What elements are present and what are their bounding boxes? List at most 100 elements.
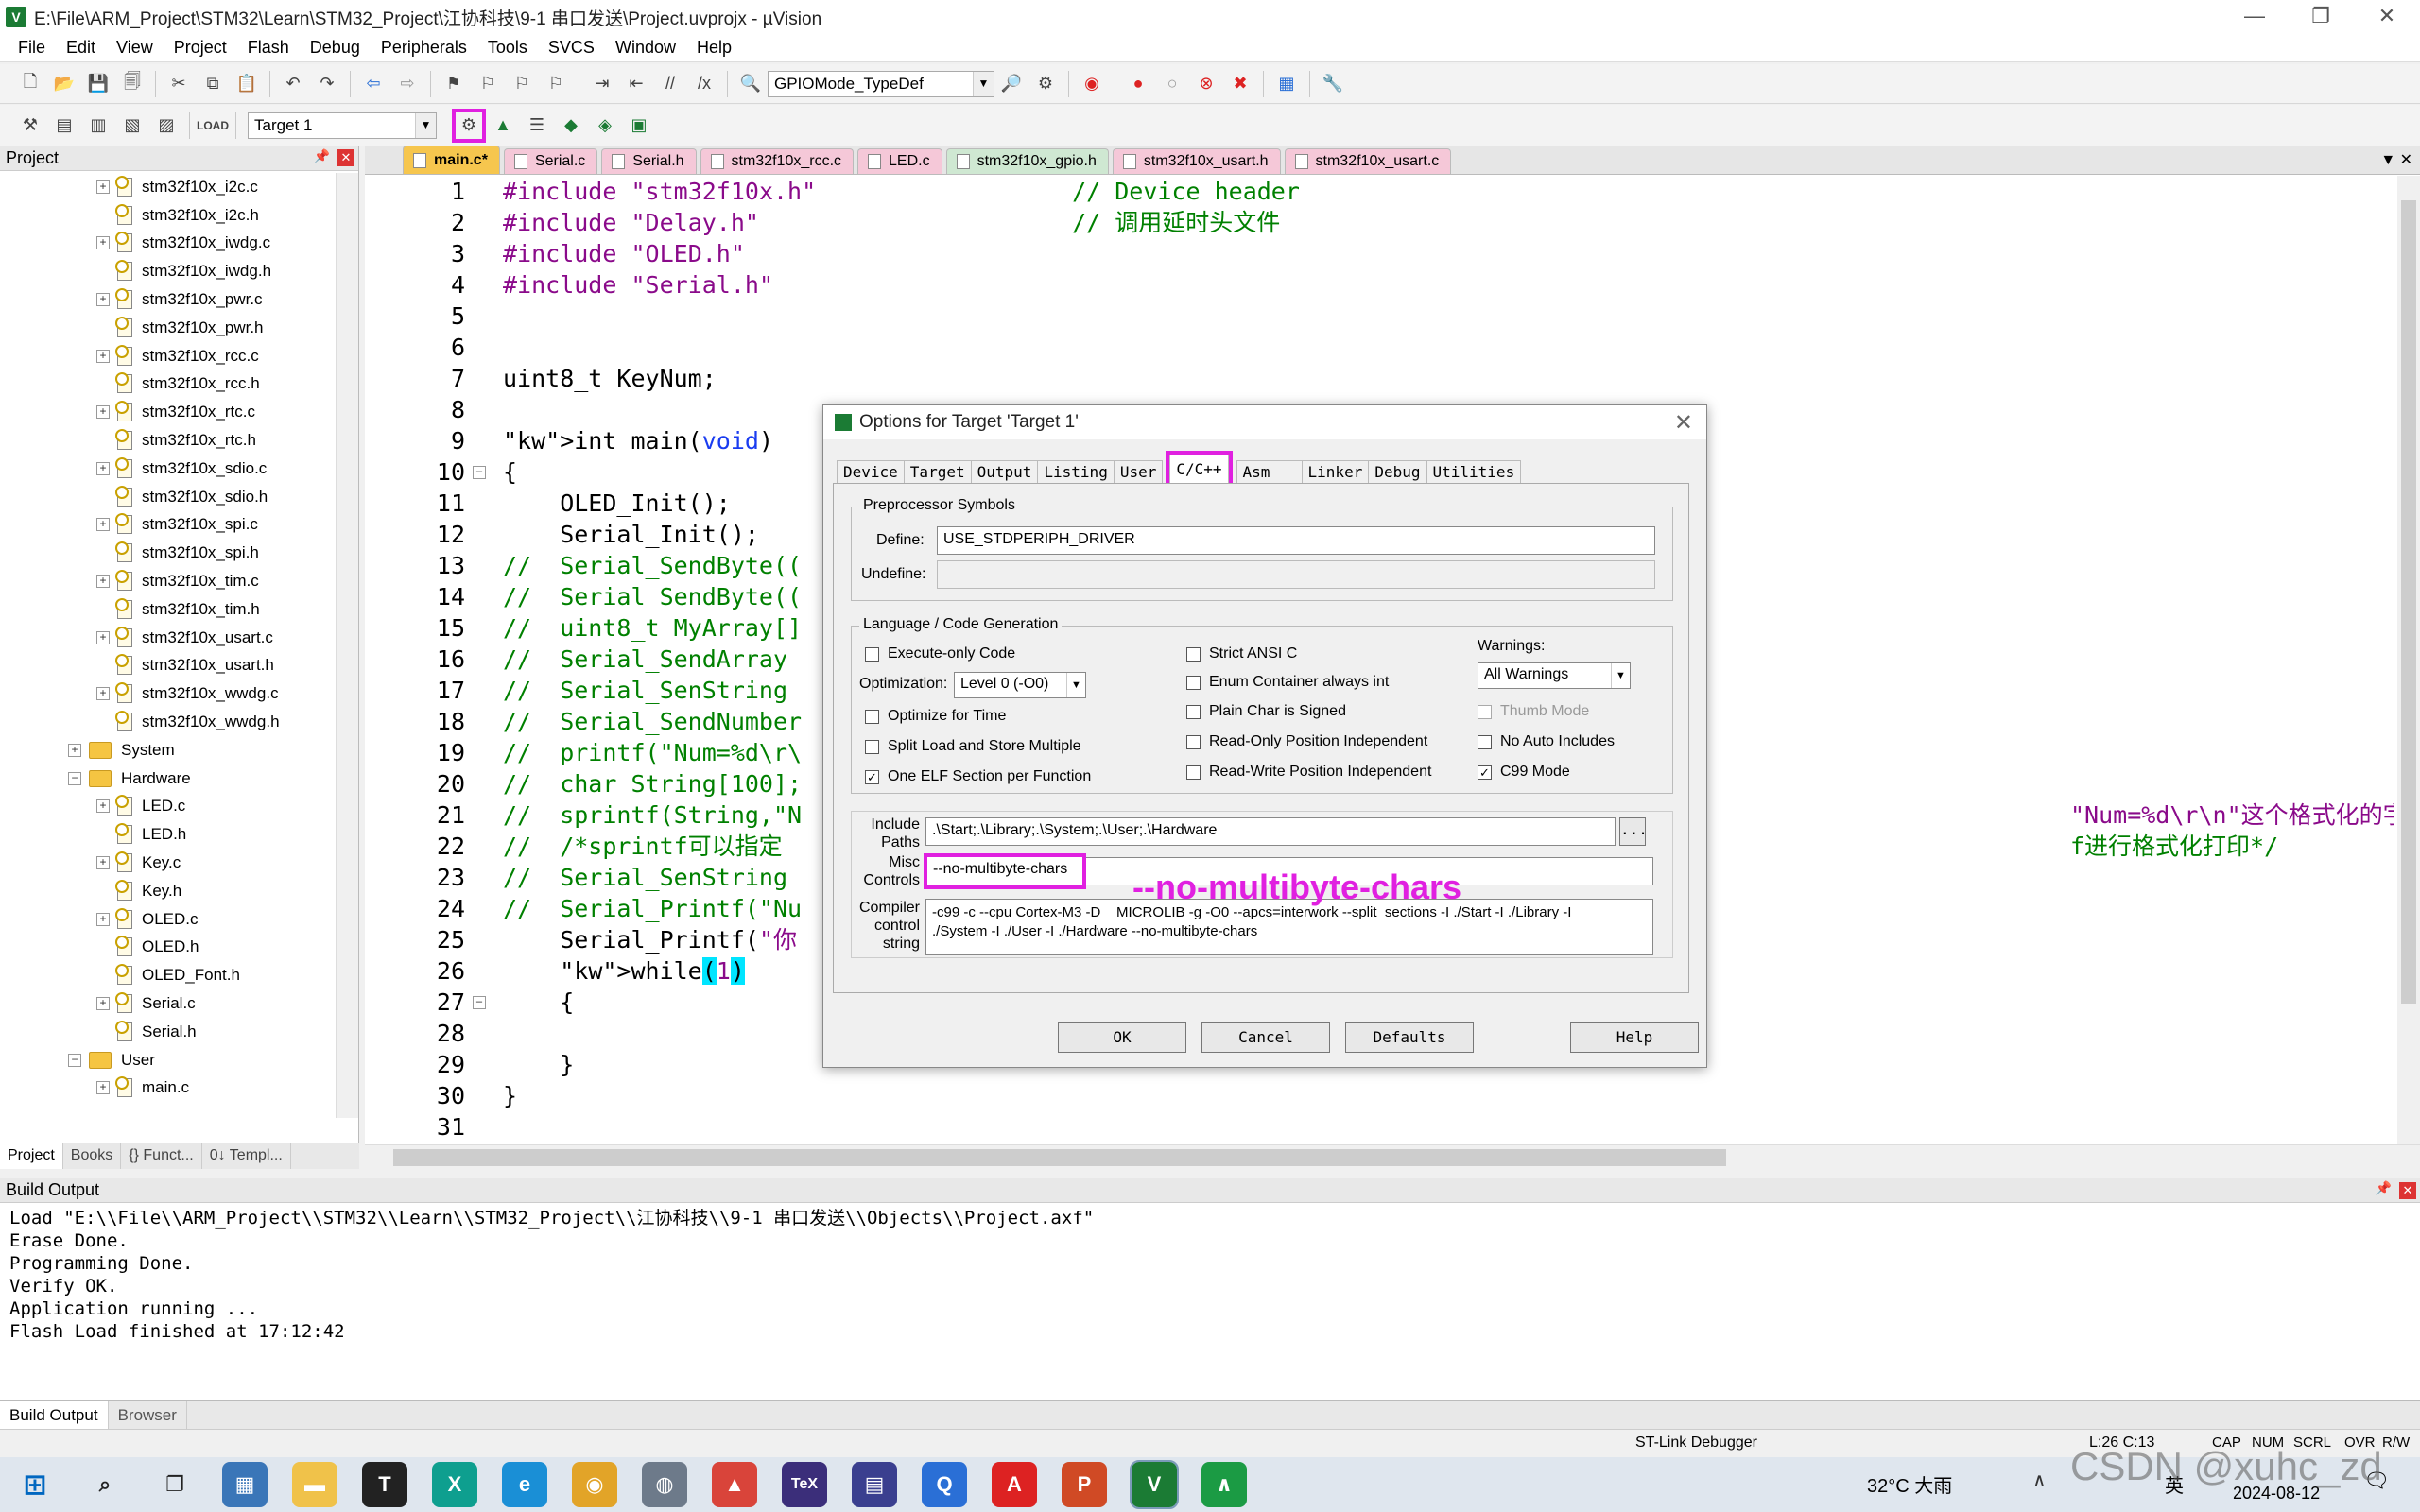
menu-debug[interactable]: Debug	[300, 38, 371, 58]
code-line[interactable]	[503, 332, 2394, 363]
tab-utilities[interactable]: Utilities	[1426, 460, 1522, 483]
search-tool-icon[interactable]: Q	[922, 1462, 967, 1507]
expand-icon[interactable]: +	[96, 997, 110, 1010]
close-button[interactable]: ✕	[2354, 0, 2420, 34]
bookmark-prev-icon[interactable]: ⚐	[475, 71, 501, 97]
bookmark-next-icon[interactable]: ⚐	[509, 71, 535, 97]
tab-output[interactable]: Output	[970, 460, 1039, 483]
new-file-icon[interactable]: 🗋	[17, 71, 43, 97]
task-view-icon[interactable]: ❐	[152, 1462, 198, 1507]
start-debug-icon[interactable]: ◉	[1079, 71, 1105, 97]
strict-ansi-checkbox[interactable]: Strict ANSI C	[1186, 645, 1297, 662]
rebuild-icon[interactable]: ▥	[85, 112, 112, 139]
editor-tab[interactable]: Serial.h	[601, 148, 697, 174]
close-icon[interactable]: ✕	[1674, 409, 1693, 437]
expand-icon[interactable]: +	[96, 236, 110, 250]
open-file-icon[interactable]: 📂	[51, 71, 78, 97]
strict-ansi-box[interactable]	[1186, 646, 1201, 662]
tree-item[interactable]: Serial.h	[0, 1018, 333, 1046]
one-elf-section-checkbox[interactable]: ✓ One ELF Section per Function	[865, 768, 1091, 785]
chevron-down-icon[interactable]: ▼	[1611, 663, 1630, 688]
execute-only-box[interactable]	[865, 646, 879, 662]
pin-icon[interactable]: 📌	[2376, 1180, 2392, 1196]
menu-project[interactable]: Project	[164, 38, 237, 58]
editor-tab[interactable]: stm32f10x_usart.h	[1112, 148, 1281, 174]
optimize-time-checkbox[interactable]: Optimize for Time	[865, 708, 1006, 725]
indent-icon[interactable]: ⇥	[589, 71, 615, 97]
editor-tab[interactable]: Serial.c	[503, 148, 598, 174]
thumb-mode-checkbox[interactable]: Thumb Mode	[1478, 703, 1589, 720]
copy-icon[interactable]: ⧉	[199, 71, 226, 97]
menu-file[interactable]: File	[8, 38, 56, 58]
include-paths-input[interactable]: .\Start;.\Library;.\System;.\User;.\Hard…	[925, 817, 1616, 846]
rw-position-independent-box[interactable]	[1186, 765, 1201, 780]
menu-window[interactable]: Window	[605, 38, 686, 58]
app-icon-grid[interactable]: ▤	[852, 1462, 897, 1507]
execute-only-checkbox[interactable]: Execute-only Code	[865, 645, 1015, 662]
tab-linker[interactable]: Linker	[1301, 460, 1370, 483]
code-line[interactable]: #include "OLED.h"	[503, 238, 2394, 269]
expand-icon[interactable]: +	[68, 743, 81, 757]
menu-edit[interactable]: Edit	[56, 38, 106, 58]
wechat-icon[interactable]: ◍	[642, 1462, 687, 1507]
chevron-down-icon[interactable]: ▼	[1066, 673, 1085, 697]
search-icon[interactable]: ⌕	[82, 1462, 128, 1507]
tree-item[interactable]: − Hardware	[0, 765, 333, 793]
cubemx-icon[interactable]: ▣	[626, 112, 652, 139]
comment-icon[interactable]: //	[657, 71, 683, 97]
app-icon-green[interactable]: ∧	[1201, 1462, 1247, 1507]
tree-item[interactable]: + main.c	[0, 1074, 333, 1103]
code-line[interactable]	[503, 301, 2394, 332]
tab-menu-icon[interactable]: ▼ ✕	[2380, 150, 2412, 169]
bookmark-icon[interactable]: ⚑	[441, 71, 467, 97]
expand-icon[interactable]: +	[96, 180, 110, 194]
help-button[interactable]: Help	[1570, 1022, 1699, 1053]
tab-asm[interactable]: Asm	[1236, 460, 1303, 483]
redo-icon[interactable]: ↷	[314, 71, 340, 97]
nav-back-icon[interactable]: ⇦	[360, 71, 387, 97]
tree-item[interactable]: + LED.c	[0, 793, 333, 821]
defaults-button[interactable]: Defaults	[1345, 1022, 1474, 1053]
build-icon[interactable]: ▤	[51, 112, 78, 139]
tab-browser[interactable]: Browser	[109, 1401, 187, 1429]
options-for-target-icon[interactable]: ⚙	[452, 108, 486, 143]
pin-icon[interactable]: 📌	[314, 148, 330, 164]
expand-icon[interactable]: +	[96, 687, 110, 701]
find-combo[interactable]: GPIOMode_TypeDef ▼	[768, 70, 994, 97]
nav-forward-icon[interactable]: ⇨	[394, 71, 421, 97]
cancel-button[interactable]: Cancel	[1201, 1022, 1330, 1053]
chrome-icon[interactable]: ◉	[572, 1462, 617, 1507]
collapse-icon[interactable]: −	[68, 1053, 81, 1067]
tab-books[interactable]: Books	[63, 1143, 122, 1169]
tree-item[interactable]: OLED_Font.h	[0, 961, 333, 989]
editor-tab[interactable]: LED.c	[857, 148, 942, 174]
manage-project-items-icon[interactable]: ▲	[490, 112, 516, 139]
paste-icon[interactable]: 📋	[233, 71, 260, 97]
save-all-icon[interactable]: 🗐	[119, 71, 146, 97]
edge-icon[interactable]: e	[502, 1462, 547, 1507]
code-line[interactable]: #include "Serial.h"	[503, 269, 2394, 301]
tree-item[interactable]: stm32f10x_rtc.h	[0, 426, 333, 455]
expand-icon[interactable]: +	[96, 1081, 110, 1095]
xmind-icon[interactable]: X	[432, 1462, 477, 1507]
chevron-down-icon[interactable]: ▼	[415, 112, 436, 138]
tree-item[interactable]: LED.h	[0, 820, 333, 849]
tab-project[interactable]: Project	[0, 1143, 63, 1169]
save-icon[interactable]: 💾	[85, 71, 112, 97]
download-icon[interactable]: LOAD	[197, 112, 229, 139]
minimize-button[interactable]: —	[2221, 0, 2288, 34]
expand-icon[interactable]: +	[96, 518, 110, 532]
plain-char-signed-box[interactable]	[1186, 704, 1201, 719]
bookmark-clear-icon[interactable]: ⚐	[543, 71, 569, 97]
expand-icon[interactable]: +	[96, 630, 110, 644]
code-line[interactable]: #include "stm32f10x.h" // Device header	[503, 176, 2394, 207]
tree-item[interactable]: + Serial.c	[0, 989, 333, 1018]
no-auto-includes-box[interactable]	[1478, 734, 1492, 749]
tree-item[interactable]: + OLED.c	[0, 905, 333, 934]
code-line[interactable]: }	[503, 1080, 2394, 1111]
start-icon[interactable]: ⊞	[12, 1462, 58, 1507]
weather-widget[interactable]: 32°C 大雨	[1867, 1470, 1952, 1498]
ro-position-independent-checkbox[interactable]: Read-Only Position Independent	[1186, 733, 1427, 750]
c99-mode-box[interactable]: ✓	[1478, 765, 1492, 780]
manage-rte-icon[interactable]: ◆	[558, 112, 584, 139]
